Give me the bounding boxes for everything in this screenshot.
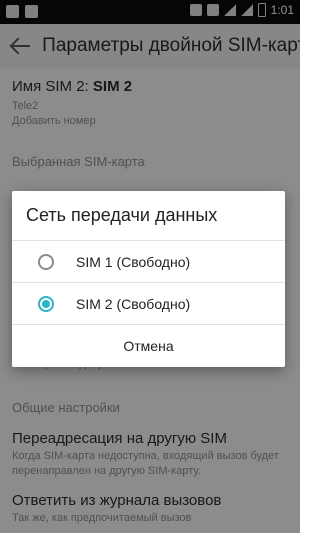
option-sim2-label: SIM 2 (Свободно) xyxy=(76,295,191,312)
option-sim1[interactable]: SIM 1 (Свободно) xyxy=(12,241,285,282)
radio-sim1-icon[interactable] xyxy=(38,253,54,270)
dialog-title: Сеть передачи данных xyxy=(26,205,218,225)
cancel-button[interactable]: Отмена xyxy=(12,324,285,367)
data-network-dialog: Сеть передачи данных SIM 1 (Свободно) SI… xyxy=(12,191,285,367)
radio-sim2-selected-icon[interactable] xyxy=(38,295,54,312)
option-sim1-label: SIM 1 (Свободно) xyxy=(76,253,191,270)
option-sim2[interactable]: SIM 2 (Свободно) xyxy=(12,283,285,324)
